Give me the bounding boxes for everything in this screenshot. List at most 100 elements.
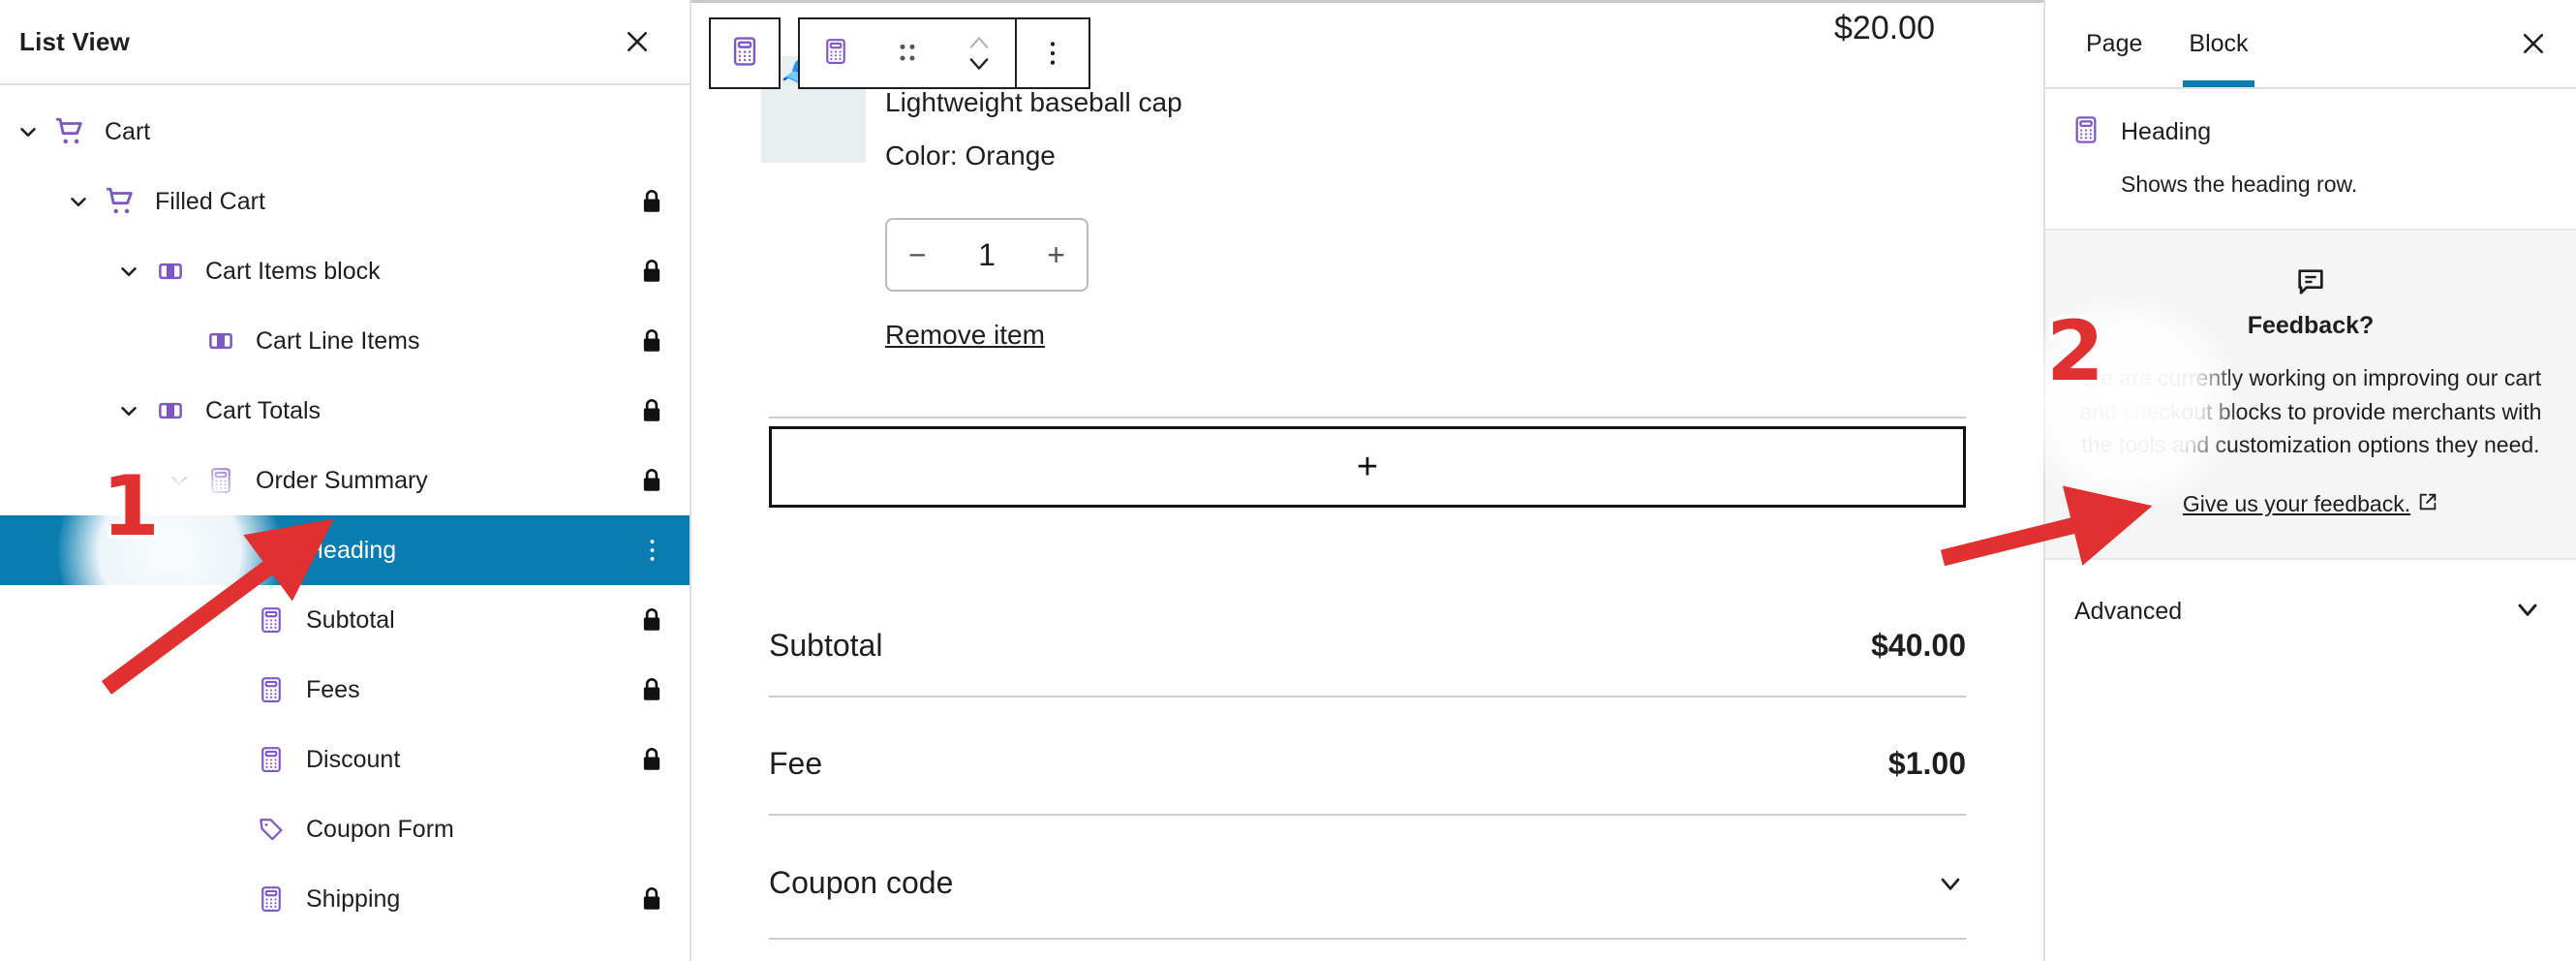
calculator-icon (2070, 114, 2101, 150)
cart-icon (99, 185, 141, 218)
chevron-down-icon[interactable] (1935, 868, 1966, 899)
chevron-up-icon[interactable] (966, 32, 993, 53)
totals-row-fee: Fee $1.00 (769, 746, 1966, 782)
quantity-increase-button[interactable]: + (1047, 239, 1065, 270)
give-feedback-link[interactable]: Give us your feedback. (2183, 491, 2410, 517)
feedback-body: We are currently working on improving ou… (2079, 365, 2542, 457)
line-item-total: $20.00 (1834, 10, 1935, 46)
quantity-decrease-button[interactable]: − (908, 239, 927, 270)
list-view-item-heading[interactable]: Heading (0, 515, 690, 585)
lock-icon (635, 467, 668, 494)
editor-canvas: 🧢 $20.00 Lightweight baseball cap Color:… (691, 0, 2043, 961)
toolbar-block-type-button[interactable] (800, 19, 872, 87)
chevron-down-icon[interactable] (8, 119, 48, 144)
list-view-item-cart[interactable]: Cart (0, 97, 690, 167)
list-view-item-label: Shipping (306, 884, 401, 913)
list-view-item-label: Discount (306, 745, 401, 773)
more-vertical-icon[interactable] (635, 537, 668, 564)
chevron-down-icon (209, 886, 250, 912)
chevron-down-icon (209, 747, 250, 772)
list-view-item-label: Cart Totals (205, 396, 322, 424)
totals-label: Subtotal (769, 628, 883, 663)
calculator-icon (250, 605, 292, 635)
totals-value: $40.00 (1871, 628, 1966, 663)
advanced-section-toggle[interactable]: Advanced (2045, 560, 2576, 665)
feedback-title: Feedback? (2247, 312, 2375, 339)
chevron-down-icon[interactable] (108, 259, 149, 284)
close-icon[interactable] (612, 16, 662, 67)
settings-sidebar: Page Block Heading Shows the heading row… (2043, 0, 2576, 961)
product-name: Lightweight baseball cap (885, 87, 1182, 117)
calculator-icon (199, 466, 242, 495)
list-view-item-label: Cart Line Items (256, 326, 420, 355)
lock-icon (635, 188, 668, 215)
list-view-item-label: Fees (306, 675, 360, 703)
chevron-down-icon[interactable] (2512, 594, 2543, 630)
toolbar-move-buttons[interactable] (943, 19, 1015, 87)
list-view-item-label: Heading (306, 536, 397, 564)
tab-page[interactable]: Page (2063, 0, 2165, 87)
tab-page-label: Page (2086, 29, 2143, 57)
calculator-icon (250, 675, 292, 704)
divider-above-inserter (769, 417, 1966, 418)
calculator-icon (728, 35, 761, 73)
close-icon[interactable] (2491, 0, 2576, 87)
list-view-item-label: Filled Cart (155, 187, 265, 215)
editor-root: List View Cart Filled Cart Cart Items bloc… (0, 0, 2576, 961)
list-view-item-cart-totals[interactable]: Cart Totals (0, 376, 690, 446)
chevron-down-icon (159, 328, 199, 354)
quantity-value: 1 (978, 236, 996, 272)
calculator-icon (250, 745, 292, 774)
tab-block[interactable]: Block (2165, 0, 2271, 87)
list-view-item-cart-items-block[interactable]: Cart Items block (0, 236, 690, 306)
list-view-item-cart-line-items[interactable]: Cart Line Items (0, 306, 690, 376)
block-description: Shows the heading row. (2121, 171, 2358, 197)
list-view-panel: List View Cart Filled Cart Cart Items bloc… (0, 0, 691, 961)
lock-icon (635, 606, 668, 634)
block-toolbar (709, 17, 1090, 89)
divider-subtotal (769, 696, 1966, 698)
chevron-down-icon[interactable] (58, 189, 99, 214)
columns-icon (199, 326, 242, 356)
chevron-down-icon[interactable] (966, 53, 993, 75)
list-view-item-label: Cart (105, 117, 151, 145)
list-view-header: List View (0, 0, 690, 85)
list-view-item-coupon-form[interactable]: Coupon Form (0, 794, 690, 864)
list-view-item-shipping[interactable]: Shipping (0, 864, 690, 934)
toolbar-parent-block-button[interactable] (709, 17, 781, 89)
chevron-down-icon (209, 677, 250, 702)
more-vertical-icon[interactable] (1017, 19, 1089, 87)
list-view-item-order-summary[interactable]: Order Summary (0, 446, 690, 515)
quantity-stepper[interactable]: − 1 + (885, 218, 1089, 292)
comment-icon (2078, 265, 2543, 298)
chevron-down-icon[interactable] (108, 398, 149, 423)
totals-row-subtotal: Subtotal $40.00 (769, 628, 1966, 664)
totals-label: Fee (769, 746, 823, 781)
tab-block-label: Block (2189, 29, 2249, 57)
list-view-item-discount[interactable]: Discount (0, 725, 690, 794)
columns-icon (149, 396, 192, 425)
list-view-item-label: Cart Items block (205, 257, 381, 285)
chevron-down-icon (209, 817, 250, 842)
cart-icon (48, 115, 91, 148)
drag-handle-icon[interactable] (872, 19, 943, 87)
list-view-title: List View (19, 26, 131, 56)
list-view-item-subtotal[interactable]: Subtotal (0, 585, 690, 655)
tag-icon (250, 815, 292, 844)
lock-icon (635, 258, 668, 285)
list-view-item-fees[interactable]: Fees (0, 655, 690, 725)
remove-item-link[interactable]: Remove item (885, 320, 1045, 351)
list-view-item-filled-cart[interactable]: Filled Cart (0, 167, 690, 236)
chevron-down-icon[interactable] (159, 468, 199, 493)
block-inserter-button[interactable]: + (769, 426, 1966, 508)
columns-icon (149, 257, 192, 286)
divider-fee (769, 814, 1966, 816)
toolbar-main-group (798, 17, 1090, 89)
calculator-icon (250, 884, 292, 914)
divider-coupon (769, 938, 1966, 940)
list-view-item-label: Order Summary (256, 466, 428, 494)
totals-row-coupon-code[interactable]: Coupon code (769, 865, 1966, 901)
list-view-item-label: Subtotal (306, 605, 395, 634)
calculator-icon (821, 37, 850, 71)
settings-tabs: Page Block (2045, 0, 2576, 89)
